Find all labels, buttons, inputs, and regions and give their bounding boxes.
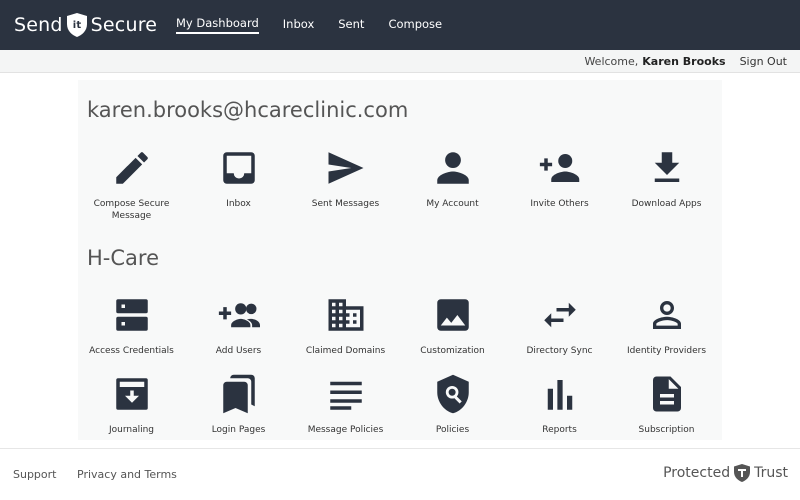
bar-chart-icon [538,372,582,416]
brand-text-trust: Trust [754,465,788,481]
brand-text-protected: Protected [663,465,731,481]
logo-text-it: it [72,20,81,31]
dashboard-panel: karen.brooks@hcareclinic.com Compose Sec… [78,80,722,440]
image-icon [431,293,475,337]
server-icon [110,293,154,337]
brand-shield-icon [734,464,751,482]
archive-icon [110,372,154,416]
support-link[interactable]: Support [13,468,56,481]
logo-text-secure: Secure [90,14,158,36]
tile-label: Identity Providers [626,346,707,356]
tile-login-pages[interactable]: Login Pages [185,372,292,436]
tile-inbox[interactable]: Inbox [185,146,292,222]
welcome-text: Welcome, [584,54,639,68]
shield-search-icon [431,372,475,416]
bookmarks-icon [217,372,261,416]
tile-label: Compose Secure Message [93,199,170,221]
tile-message-policies[interactable]: Message Policies [292,372,399,436]
send-icon [324,146,368,190]
tile-policies[interactable]: Policies [399,372,506,436]
inbox-icon [217,146,261,190]
tile-my-account[interactable]: My Account [399,146,506,222]
tile-label: Download Apps [631,199,702,209]
protected-trust-logo: Protected Trust [663,463,788,483]
nav-my-dashboard[interactable]: My Dashboard [176,16,259,34]
add-person-icon [538,146,582,190]
person-outline-icon [645,293,689,337]
tile-label: Directory Sync [526,346,593,356]
tile-label: Claimed Domains [305,346,386,356]
tile-label: Sent Messages [311,199,380,209]
tile-subscription[interactable]: Subscription [613,372,720,436]
document-icon [645,372,689,416]
lines-icon [324,372,368,416]
tile-identity-providers[interactable]: Identity Providers [613,293,720,357]
tile-download-apps[interactable]: Download Apps [613,146,720,222]
sendit-secure-logo[interactable]: Send it Secure [14,10,157,40]
tile-access-credentials[interactable]: Access Credentials [78,293,185,357]
tile-compose-secure-message[interactable]: Compose Secure Message [78,146,185,222]
tile-add-users[interactable]: Add Users [185,293,292,357]
tile-sent-messages[interactable]: Sent Messages [292,146,399,222]
nav-inbox[interactable]: Inbox [283,17,314,33]
sign-out-link[interactable]: Sign Out [740,55,787,68]
tile-claimed-domains[interactable]: Claimed Domains [292,293,399,357]
tile-label: Reports [542,425,577,435]
building-icon [324,293,368,337]
org-section-title: H-Care [87,246,159,270]
add-group-icon [217,293,261,337]
download-icon [645,146,689,190]
tile-label: Journaling [108,425,155,435]
tile-directory-sync[interactable]: Directory Sync [506,293,613,357]
tile-label: Login Pages [211,425,266,435]
user-bar: Welcome, Karen Brooks Sign Out [0,50,800,73]
tile-label: Access Credentials [89,346,174,356]
top-navigation-bar: Send it Secure My Dashboard Inbox Sent C… [0,0,800,50]
tile-label: Message Policies [307,425,384,435]
logo-shield-icon: it [66,13,87,37]
logo-text-send: Send [14,14,63,36]
pencil-icon [110,146,154,190]
nav-sent[interactable]: Sent [338,17,364,33]
tile-label: Policies [435,425,470,435]
tile-label: Inbox [226,199,251,209]
tile-journaling[interactable]: Journaling [78,372,185,436]
tile-label: Add Users [215,346,262,356]
person-icon [431,146,475,190]
account-tiles: Compose Secure Message Inbox Sent Messag… [78,146,722,222]
tile-label: My Account [426,199,479,209]
privacy-terms-link[interactable]: Privacy and Terms [77,468,177,481]
org-tiles-row-2: Journaling Login Pages Message Policies … [78,372,722,436]
tile-label: Customization [420,346,485,356]
tile-label: Subscription [638,425,695,435]
user-name: Karen Brooks [642,54,726,68]
org-tiles-row-1: Access Credentials Add Users Claimed Dom… [78,293,722,357]
account-section-title: karen.brooks@hcareclinic.com [87,98,409,122]
tile-customization[interactable]: Customization [399,293,506,357]
tile-label: Invite Others [530,199,589,209]
footer: Support Privacy and Terms Protected Trus… [0,448,800,500]
tile-reports[interactable]: Reports [506,372,613,436]
main-nav: My Dashboard Inbox Sent Compose [176,0,466,50]
tile-invite-others[interactable]: Invite Others [506,146,613,222]
sync-arrows-icon [538,293,582,337]
nav-compose[interactable]: Compose [388,17,442,33]
